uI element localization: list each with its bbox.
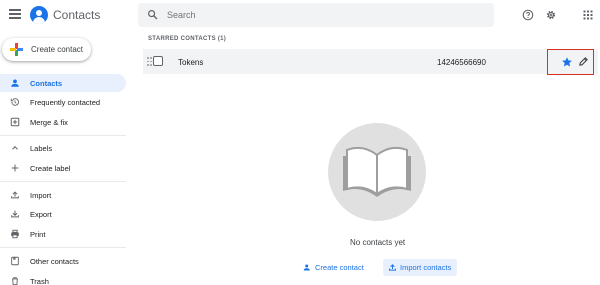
- create-contact-link-button[interactable]: Create contact: [299, 259, 371, 276]
- import-contacts-label: Import contacts: [400, 263, 452, 272]
- sidebar-item-contacts[interactable]: Contacts: [0, 74, 126, 92]
- upload-icon: [11, 191, 19, 199]
- create-contact-label: Create contact: [31, 45, 84, 54]
- sidebar-item-label: Create label: [30, 164, 71, 173]
- contact-name: Tokens: [178, 58, 204, 67]
- plus-icon: [11, 164, 19, 172]
- help-icon[interactable]: [522, 9, 534, 21]
- contact-phone: 14246566690: [437, 58, 486, 67]
- app-title: Contacts: [53, 8, 101, 22]
- search-input[interactable]: [167, 7, 467, 23]
- contact-checkbox[interactable]: [153, 56, 163, 66]
- sidebar-item-label: Frequently contacted: [30, 98, 101, 107]
- import-contacts-button[interactable]: Import contacts: [383, 259, 457, 276]
- star-icon[interactable]: [561, 56, 573, 68]
- contact-row[interactable]: Tokens 14246566690: [143, 49, 598, 75]
- sidebar-item-label: Print: [30, 230, 46, 239]
- drag-handle-icon[interactable]: [147, 57, 152, 66]
- sidebar-divider: [0, 247, 126, 248]
- sidebar-item-labels[interactable]: Labels: [0, 139, 126, 157]
- create-contact-button[interactable]: Create contact: [2, 38, 91, 61]
- row-actions-highlight: [547, 49, 594, 75]
- sidebar-item-merge-fix[interactable]: Merge & fix: [0, 113, 126, 131]
- settings-gear-icon[interactable]: [545, 9, 557, 21]
- other-contacts-icon: [11, 256, 19, 266]
- sidebar-item-label: Contacts: [30, 79, 63, 88]
- person-icon: [11, 79, 19, 87]
- sidebar-item-frequently-contacted[interactable]: Frequently contacted: [0, 93, 126, 111]
- plus-icon: [10, 43, 23, 56]
- trash-icon: [12, 277, 18, 285]
- sidebar-item-print[interactable]: Print: [0, 225, 126, 243]
- search-bar[interactable]: [138, 3, 494, 27]
- sidebar-divider: [0, 135, 126, 136]
- open-book-icon: [343, 146, 411, 197]
- apps-grid-icon[interactable]: [582, 9, 594, 21]
- starred-contacts-header: STARRED CONTACTS (1): [148, 36, 227, 42]
- upload-icon: [389, 264, 396, 271]
- download-icon: [11, 210, 19, 218]
- empty-state-text: No contacts yet: [350, 238, 406, 247]
- main-menu-icon[interactable]: [9, 9, 21, 19]
- sidebar-item-export[interactable]: Export: [0, 205, 126, 223]
- sidebar-item-label: Labels: [30, 144, 53, 153]
- add-person-icon: [303, 264, 310, 271]
- history-icon: [10, 98, 19, 106]
- sidebar-item-import[interactable]: Import: [0, 186, 126, 204]
- create-contact-link-label: Create contact: [315, 263, 364, 272]
- sidebar-item-label: Trash: [30, 277, 49, 285]
- sidebar-item-label: Merge & fix: [30, 118, 68, 127]
- search-icon[interactable]: [147, 9, 158, 20]
- sidebar-item-label: Other contacts: [30, 257, 79, 266]
- contacts-logo-icon: [30, 6, 48, 24]
- sidebar-item-trash[interactable]: Trash: [0, 272, 126, 285]
- sidebar-item-label: Import: [30, 191, 52, 200]
- sidebar-divider: [0, 181, 126, 182]
- sidebar-item-label: Export: [30, 210, 52, 219]
- empty-state-illustration: [328, 123, 426, 221]
- edit-pencil-icon[interactable]: [578, 56, 589, 67]
- merge-icon: [10, 117, 20, 127]
- sidebar-item-other-contacts[interactable]: Other contacts: [0, 252, 126, 270]
- chevron-up-icon: [12, 146, 18, 150]
- printer-icon: [11, 229, 19, 239]
- sidebar-item-create-label[interactable]: Create label: [0, 159, 126, 177]
- app-header: Contacts: [0, 0, 600, 32]
